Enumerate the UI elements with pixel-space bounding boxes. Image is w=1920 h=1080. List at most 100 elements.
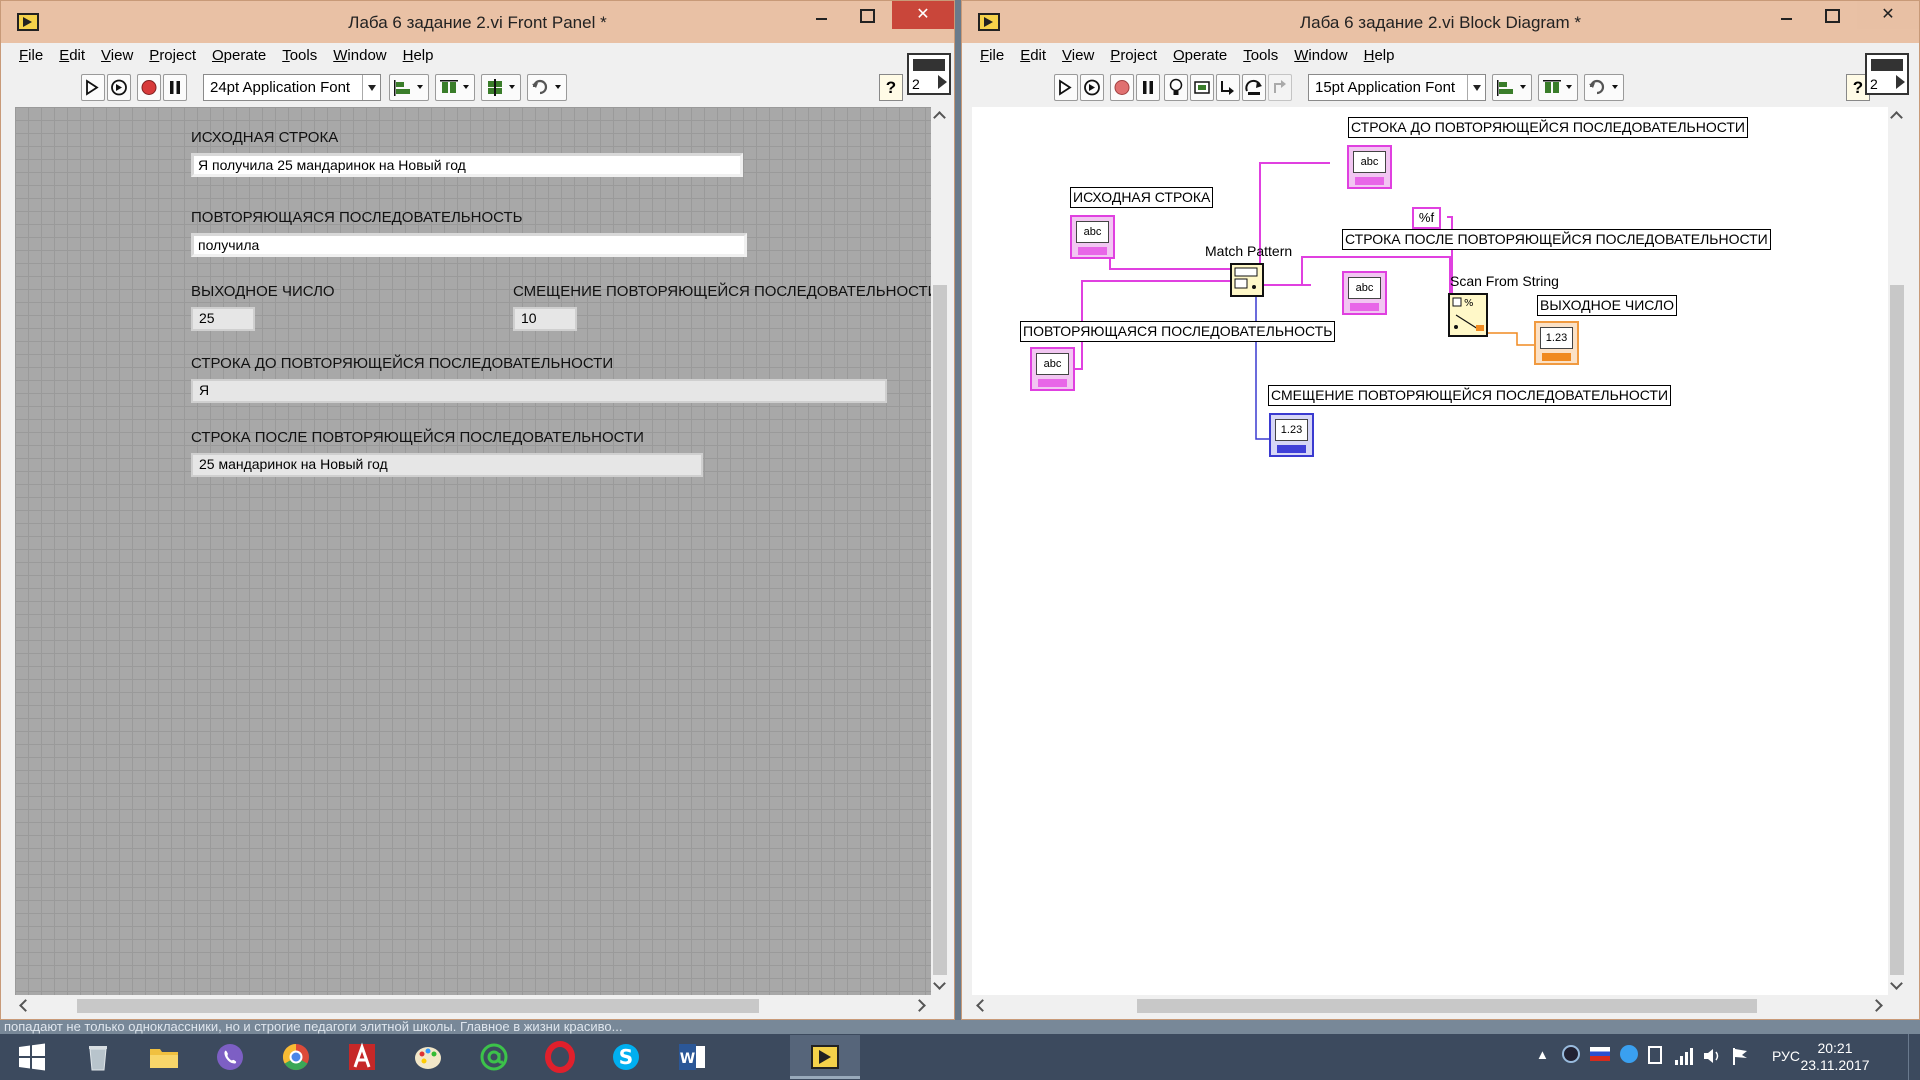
show-desktop-button[interactable] [1908,1034,1920,1080]
front-panel-canvas[interactable]: ИСХОДНАЯ СТРОКА Я получила 25 мандаринок… [15,107,938,995]
scroll-left-icon[interactable] [972,997,990,1015]
scroll-down-icon[interactable] [1888,977,1906,995]
scroll-right-icon[interactable] [913,997,931,1015]
scroll-left-icon[interactable] [15,997,33,1015]
menu-tools[interactable]: Tools [274,45,325,69]
context-help-button[interactable]: ? [879,74,903,101]
menu-window[interactable]: Window [1286,45,1355,69]
align-objects-button[interactable] [1492,74,1532,101]
font-selector[interactable]: 15pt Application Font [1308,74,1486,101]
pause-button[interactable] [163,74,187,101]
taskbar-viber[interactable] [198,1035,262,1079]
scroll-up-icon[interactable] [931,107,949,125]
source-string-control[interactable]: Я получила 25 мандаринок на Новый год [191,153,743,177]
terminal-after-string[interactable]: abc [1342,271,1387,315]
minimize-button[interactable] [1765,1,1809,29]
terminal-offset-number[interactable]: 1.23 [1269,413,1314,457]
scroll-thumb[interactable] [77,999,759,1013]
taskbar-paint[interactable] [396,1035,460,1079]
input-language-indicator[interactable]: РУС [1772,1048,1800,1064]
step-out-button[interactable] [1268,74,1292,101]
taskbar-labview[interactable] [790,1035,860,1079]
match-pattern-node[interactable] [1230,263,1264,297]
highlight-execution-button[interactable] [1164,74,1188,101]
menu-tools[interactable]: Tools [1235,45,1286,69]
run-button[interactable] [81,74,105,101]
scroll-right-icon[interactable] [1870,997,1888,1015]
step-over-button[interactable] [1242,74,1266,101]
distribute-objects-button[interactable] [1538,74,1578,101]
terminal-output-number[interactable]: 1.23 [1534,321,1579,365]
scroll-up-icon[interactable] [1888,107,1906,125]
battery-icon[interactable] [1648,1046,1662,1064]
close-button[interactable]: ✕ [1857,1,1919,29]
connector-pane-icon[interactable]: 2 [1865,53,1909,95]
menu-file[interactable]: File [11,45,51,69]
taskbar-chrome[interactable] [264,1035,328,1079]
front-panel-horizontal-scrollbar[interactable] [15,997,931,1015]
abort-button[interactable] [1110,74,1134,101]
scan-from-string-node[interactable]: % [1448,293,1488,337]
taskbar-mail-agent[interactable] [462,1035,526,1079]
scroll-down-icon[interactable] [931,977,949,995]
block-diagram-titlebar[interactable]: Лаба 6 задание 2.vi Block Diagram * ✕ [962,1,1919,43]
terminal-pattern-string[interactable]: abc [1030,347,1075,391]
block-diagram-vertical-scrollbar[interactable] [1888,107,1906,995]
step-into-button[interactable] [1216,74,1240,101]
block-diagram-horizontal-scrollbar[interactable] [972,997,1888,1015]
minimize-button[interactable] [800,1,844,29]
menu-window[interactable]: Window [325,45,394,69]
taskbar-word[interactable]: W [660,1035,724,1079]
menu-operate[interactable]: Operate [204,45,274,69]
menu-view[interactable]: View [93,45,141,69]
scroll-thumb[interactable] [1890,285,1904,975]
maximize-button[interactable] [844,1,888,29]
front-panel-titlebar[interactable]: Лаба 6 задание 2.vi Front Panel * ✕ [1,1,954,43]
menu-project[interactable]: Project [141,45,204,69]
menu-view[interactable]: View [1054,45,1102,69]
menu-file[interactable]: File [972,45,1012,69]
taskbar-recycle-bin[interactable] [66,1035,130,1079]
pause-button[interactable] [1136,74,1160,101]
menu-edit[interactable]: Edit [51,45,93,69]
speaker-icon[interactable] [1702,1046,1722,1066]
retain-wire-values-button[interactable] [1190,74,1214,101]
resize-objects-button[interactable] [481,74,521,101]
scroll-thumb[interactable] [933,285,947,975]
pattern-control[interactable]: получила [191,233,747,257]
run-button[interactable] [1054,74,1078,101]
scroll-thumb[interactable] [1137,999,1757,1013]
start-button[interactable] [0,1035,64,1079]
menu-help[interactable]: Help [395,45,442,69]
taskbar-file-explorer[interactable] [132,1035,196,1079]
action-center-flag-icon[interactable] [1730,1046,1750,1066]
signal-bars-icon[interactable] [1674,1046,1694,1066]
menu-edit[interactable]: Edit [1012,45,1054,69]
menu-project[interactable]: Project [1102,45,1165,69]
run-continuously-button[interactable] [107,74,131,101]
font-selector[interactable]: 24pt Application Font [203,74,381,101]
taskbar-skype[interactable]: S [594,1035,658,1079]
maximize-button[interactable] [1809,1,1853,29]
format-string-constant[interactable]: %f [1412,207,1441,229]
distribute-objects-button[interactable] [435,74,475,101]
taskbar-autocad[interactable] [330,1035,394,1079]
show-hidden-icons-icon[interactable]: ▲ [1536,1047,1549,1062]
menu-help[interactable]: Help [1356,45,1403,69]
run-continuously-button[interactable] [1080,74,1104,101]
abort-button[interactable] [137,74,161,101]
tray-app-icon[interactable] [1620,1045,1638,1063]
connector-pane-icon[interactable]: 2 [907,53,951,95]
network-app-icon[interactable] [1562,1045,1580,1063]
reorder-button[interactable] [1584,74,1624,101]
menu-operate[interactable]: Operate [1165,45,1235,69]
taskbar-clock[interactable]: 20:21 23.11.2017 [1800,1040,1870,1074]
front-panel-vertical-scrollbar[interactable] [931,107,949,995]
russian-flag-icon[interactable] [1590,1047,1610,1061]
terminal-source-string[interactable]: abc [1070,215,1115,259]
taskbar-opera[interactable] [528,1035,592,1079]
terminal-before-string[interactable]: abc [1347,145,1392,189]
block-diagram-canvas[interactable]: СТРОКА ДО ПОВТОРЯЮЩЕЙСЯ ПОСЛЕДОВАТЕЛЬНОС… [972,107,1900,995]
close-button[interactable]: ✕ [892,1,954,29]
reorder-button[interactable] [527,74,567,101]
